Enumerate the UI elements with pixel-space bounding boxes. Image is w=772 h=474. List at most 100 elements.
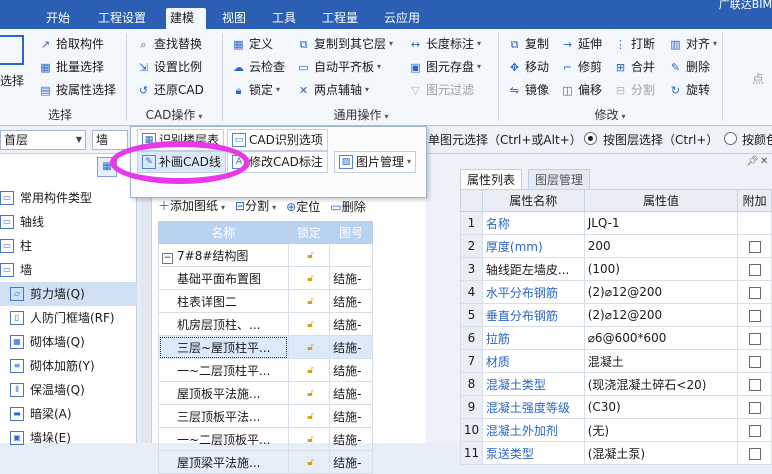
property-value[interactable]: (2)⌀12@200 [583, 280, 739, 304]
table-row[interactable]: 基础平面布置图 🔓︎ 结施- [158, 266, 373, 290]
drawing-name[interactable]: 机房层顶柱、... [158, 312, 289, 336]
tab-cloud[interactable]: 云应用 [380, 8, 424, 29]
extra-checkbox[interactable] [748, 309, 761, 322]
table-row[interactable]: 机房层顶柱、... 🔓︎ 结施- [158, 312, 373, 336]
offset-button[interactable]: ◫ 偏移 [560, 80, 602, 100]
tree-item-shear-wall[interactable]: ▱ 剪力墙(Q) [0, 282, 137, 306]
modify-group-label[interactable]: 修改 ▾ [500, 106, 720, 124]
table-row[interactable]: 1 名称 JLQ-1 [460, 211, 772, 235]
select-big-button[interactable]: 选择 [0, 69, 24, 93]
cad-ops-group-label[interactable]: CAD操作 ▾ [130, 106, 218, 124]
move-button[interactable]: ✥ 移动 [507, 57, 549, 77]
lock-cell[interactable]: 🔓︎ [287, 427, 331, 451]
component-type-combo[interactable]: 墙 [92, 130, 128, 150]
extend-button[interactable]: → 延伸 [560, 34, 602, 54]
drawing-name[interactable]: 一~二层顶板平... [158, 427, 289, 451]
extra-checkbox[interactable] [748, 240, 761, 253]
select-by-attribute-button[interactable]: ▤ 按属性选择 [38, 80, 116, 100]
table-row[interactable]: 11 泵送类型 (混凝土泵) [460, 441, 772, 465]
property-value[interactable]: 混凝土 [583, 349, 739, 373]
extra-checkbox-cell[interactable] [737, 395, 772, 419]
table-row[interactable]: 6 拉筋 ⌀6@600*600 [460, 326, 772, 350]
locate-drawing-button[interactable]: ⊕定位 [286, 198, 320, 216]
lock-cell[interactable]: 🔓︎ [287, 243, 331, 267]
lock-cell[interactable]: 🔓︎ [287, 289, 331, 313]
property-value[interactable]: (C30) [583, 395, 739, 419]
table-row[interactable]: 三层~屋顶柱平... 🔓︎ 结施- [158, 335, 373, 359]
drawing-name[interactable]: 柱表详图二 [158, 289, 289, 313]
table-row[interactable]: 7 材质 混凝土 [460, 349, 772, 373]
tree-item[interactable]: ▣ 墙垛(E) [0, 426, 137, 450]
close-icon[interactable]: ✕ [760, 156, 768, 167]
extra-checkbox-cell[interactable] [737, 349, 772, 373]
tree-item[interactable]: ▭ 轴线 [0, 210, 137, 234]
copy-button[interactable]: ⧉ 复制 [507, 34, 549, 54]
set-scale-button[interactable]: ⇲ 设置比例 [136, 57, 202, 77]
tab-view[interactable]: 视图 [218, 8, 250, 29]
col-header-name[interactable]: 名称 [158, 221, 289, 244]
tree-item[interactable]: ▭ 柱 [0, 234, 137, 258]
tree-item[interactable]: ▯ 人防门框墙(RF) [0, 306, 137, 330]
col-header-code[interactable]: 图号 [329, 221, 373, 244]
tab-quantity[interactable]: 工程量 [318, 8, 362, 29]
extra-checkbox-cell[interactable] [737, 280, 772, 304]
tree-item[interactable]: ▬ 暗梁(A) [0, 402, 137, 426]
table-row[interactable]: 4 水平分布钢筋 (2)⌀12@200 [460, 280, 772, 304]
lock-cell[interactable]: 🔓︎ [287, 312, 331, 336]
extra-checkbox[interactable] [748, 332, 761, 345]
table-row[interactable]: 一~二层顶板平... 🔓︎ 结施- [158, 427, 373, 451]
add-drawing-button[interactable]: ＋添加图纸 ▾ [158, 197, 225, 217]
element-filter-button[interactable]: ▽ 图元过滤 [408, 80, 474, 100]
define-button[interactable]: ▦ 定义 [231, 34, 273, 54]
length-dimension-button[interactable]: ↔ 长度标注 ▾ [408, 34, 481, 54]
cad-identify-options-button[interactable]: ▭ CAD识别选项 [227, 129, 328, 151]
table-row[interactable]: 屋顶板平法施... 🔓︎ 结施- [158, 381, 373, 405]
property-value[interactable]: 200 [583, 234, 739, 258]
extra-checkbox[interactable] [748, 355, 761, 368]
tab-property-list[interactable]: 属性列表 [460, 169, 523, 189]
extra-checkbox-cell[interactable] [737, 257, 772, 281]
cloud-check-button[interactable]: ☁ 云检查 [231, 57, 285, 77]
drawing-name[interactable]: 屋顶梁平法施... [158, 450, 289, 474]
two-point-axis-button[interactable]: ✕ 两点辅轴 ▾ [296, 80, 369, 100]
extra-checkbox-cell[interactable] [737, 234, 772, 258]
property-value[interactable]: (现浇混凝土碎石<20) [583, 372, 739, 396]
property-value[interactable]: ⌀6@600*600 [583, 326, 739, 350]
property-value[interactable]: (100) [583, 257, 739, 281]
pin-icon[interactable]: 📌︎ [746, 156, 759, 167]
property-value[interactable]: (无) [583, 418, 739, 442]
extra-checkbox-cell[interactable] [737, 441, 772, 465]
lock-button[interactable]: 🔒︎ 锁定 ▾ [231, 80, 280, 100]
property-value[interactable]: (2)⌀12@200 [583, 303, 739, 327]
table-row[interactable]: 5 垂直分布钢筋 (2)⌀12@200 [460, 303, 772, 327]
lock-cell[interactable]: 🔓︎ [287, 381, 331, 405]
lock-cell[interactable]: 🔓︎ [287, 404, 331, 428]
pick-component-button[interactable]: ↗ 拾取构件 [38, 34, 104, 54]
mirror-button[interactable]: ⇋ 镜像 [507, 80, 549, 100]
tab-project-settings[interactable]: 工程设置 [94, 8, 150, 29]
extra-checkbox-cell[interactable] [737, 326, 772, 350]
extra-checkbox-cell[interactable] [737, 418, 772, 442]
delete-button[interactable]: ✎ 删除 [668, 57, 710, 77]
layer-select-radio[interactable] [584, 132, 597, 145]
align-button[interactable]: ▥ 对齐 ▾ [668, 34, 717, 54]
property-value[interactable]: (混凝土泵) [583, 441, 739, 465]
floor-combo[interactable]: 首层 ▼ [0, 130, 86, 150]
col-header-lock[interactable]: 锁定 [287, 221, 331, 244]
collapse-icon[interactable]: − [162, 252, 173, 264]
drawing-name[interactable]: 基础平面布置图 [158, 266, 289, 290]
delete-drawing-button[interactable]: ▭删除 [330, 198, 365, 216]
general-ops-group-label[interactable]: 通用操作 ▾ [226, 106, 496, 124]
drawing-name[interactable]: 三层顶板平法... [158, 404, 289, 428]
restore-cad-button[interactable]: ↺ 还原CAD [136, 80, 204, 100]
drawing-name[interactable]: 三层~屋顶柱平... [158, 335, 289, 359]
tree-item[interactable]: ▭ 墙 [0, 258, 137, 282]
extra-checkbox-cell[interactable] [737, 303, 772, 327]
lock-cell[interactable]: 🔓︎ [287, 266, 331, 290]
property-value[interactable]: JLQ-1 [583, 211, 739, 235]
drawing-name[interactable]: 屋顶板平法施... [158, 381, 289, 405]
table-row[interactable]: 2 厚度(mm) 200 [460, 234, 772, 258]
tree-item[interactable]: ▭ 常用构件类型 [0, 186, 137, 210]
table-row[interactable]: 10 混凝土外加剂 (无) [460, 418, 772, 442]
split-button[interactable]: ⊟ 分割 [613, 80, 655, 100]
